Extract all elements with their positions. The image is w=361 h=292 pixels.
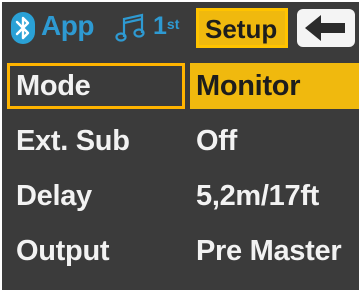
row-mode-value: Monitor <box>196 70 301 102</box>
tab-setup[interactable]: Setup <box>196 8 288 48</box>
row-ext-sub-value: Off <box>196 125 237 157</box>
row-mode[interactable]: Mode Monitor <box>2 63 359 109</box>
bluetooth-icon[interactable] <box>11 12 35 44</box>
row-output-label: Output <box>16 235 110 267</box>
row-delay-label: Delay <box>16 180 92 212</box>
preset-suffix: st <box>166 16 180 32</box>
back-button[interactable] <box>297 9 355 47</box>
back-arrow-icon <box>305 15 345 41</box>
top-bar: App 1st Setup <box>2 2 359 54</box>
row-delay-value: 5,2m/17ft <box>196 180 320 212</box>
row-output[interactable]: Output Pre Master <box>2 228 359 274</box>
row-ext-sub[interactable]: Ext. Sub Off <box>2 118 359 164</box>
preset-number: 1 <box>153 12 167 40</box>
setup-panel: App 1st Setup Mode Monitor Ext. Sub Off … <box>2 2 359 290</box>
row-output-value: Pre Master <box>196 235 342 267</box>
music-note-icon[interactable] <box>115 13 149 43</box>
device-screen: App 1st Setup Mode Monitor Ext. Sub Off … <box>0 0 361 292</box>
row-ext-sub-label: Ext. Sub <box>16 125 130 157</box>
app-label[interactable]: App <box>41 9 94 43</box>
row-delay[interactable]: Delay 5,2m/17ft <box>2 173 359 219</box>
preset-1st-label[interactable]: 1st <box>153 10 179 42</box>
tab-setup-label: Setup <box>205 14 278 44</box>
row-mode-label: Mode <box>16 70 91 102</box>
